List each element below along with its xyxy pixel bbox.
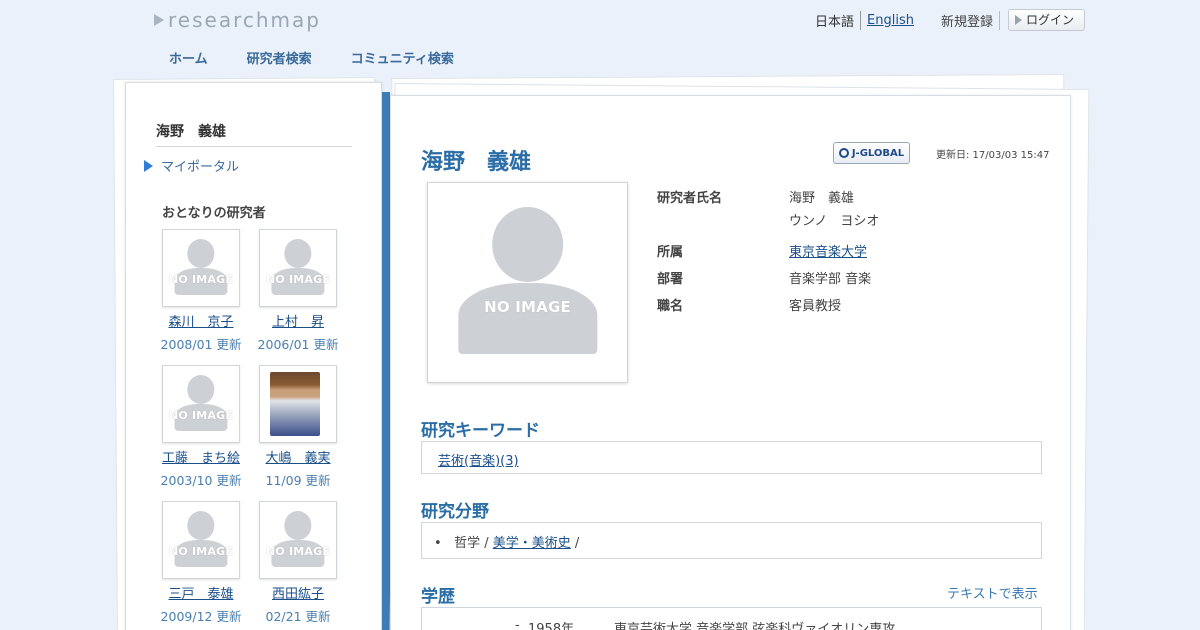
login-button[interactable]: ログイン: [1007, 9, 1085, 31]
arrow-right-icon: [144, 159, 153, 172]
field-aesthetics-link[interactable]: 美学・美術史: [493, 536, 571, 551]
researchmap-logo[interactable]: researchmap: [154, 8, 321, 32]
list-bullet: •: [434, 536, 442, 551]
logo-text: researchmap: [168, 8, 321, 32]
education-box: - 1958年 東京芸術大学 音楽学部 弦楽科ヴァイオリン専攻: [421, 607, 1042, 630]
researcher-portrait: [270, 372, 320, 436]
updated-date: 更新日: 17/03/03 15:47: [936, 150, 1050, 161]
neighbor-name-link[interactable]: 工藤 まち絵: [156, 447, 246, 466]
main-panel: 海野 義雄 J-GLOBAL 更新日: 17/03/03 15:47 NO IM…: [390, 95, 1071, 630]
value-researcher-name: 海野 義雄: [789, 191, 855, 206]
text-view-link[interactable]: テキストで表示: [947, 583, 1038, 602]
neighbor-photo[interactable]: NO IMAGE: [162, 501, 240, 579]
neighbor-name-link[interactable]: 上村 昇: [253, 311, 343, 330]
value-department: 音楽学部 音楽: [789, 272, 872, 287]
label-position: 職名: [657, 299, 684, 314]
no-image-placeholder-icon: NO IMAGE: [163, 230, 239, 306]
global-nav: ホーム 研究者検索 コミュニティ検索: [169, 48, 493, 67]
lang-japanese[interactable]: 日本語: [815, 10, 862, 30]
sidebar-researcher-name: 海野 義雄: [156, 121, 352, 147]
researcher-photo: NO IMAGE: [427, 182, 628, 383]
jglobal-logo-icon: [838, 148, 849, 158]
label-department: 部署: [657, 272, 684, 287]
neighbor-updated: 2003/10 更新: [160, 473, 242, 488]
neighbor-name-link[interactable]: 西田紘子: [253, 583, 343, 602]
nav-home[interactable]: ホーム: [169, 48, 208, 67]
education-dash: -: [515, 618, 520, 630]
researcher-name-title: 海野 義雄: [421, 150, 532, 175]
play-icon: [1014, 14, 1022, 25]
neighbor-photo[interactable]: NO IMAGE: [162, 365, 240, 443]
education-detail: 東京芸術大学 音楽学部 弦楽科ヴァイオリン専攻: [614, 622, 896, 630]
value-researcher-kana: ウンノ ヨシオ: [789, 214, 880, 229]
neighbor-updated: 2009/12 更新: [160, 609, 242, 624]
neighbor-card: NO IMAGE 西田紘子 02/21 更新: [253, 501, 343, 625]
field-separator: /: [570, 536, 580, 551]
my-portal-link[interactable]: マイポータル: [144, 156, 239, 175]
value-position: 客員教授: [789, 299, 842, 314]
no-image-placeholder-icon: NO IMAGE: [428, 183, 627, 382]
neighbor-photo[interactable]: [259, 365, 337, 443]
neighbor-updated: 2008/01 更新: [160, 337, 242, 352]
neighbor-photo[interactable]: NO IMAGE: [259, 501, 337, 579]
header-links: 日本語 English 新規登録 ログイン: [815, 9, 1085, 31]
lang-english-link[interactable]: English: [861, 13, 914, 28]
section-keywords-title: 研究キーワード: [421, 421, 540, 441]
neighbor-name-link[interactable]: 森川 京子: [156, 311, 246, 330]
sidebar: 海野 義雄 マイポータル おとなりの研究者 NO IMAGE 森川 京子 200…: [125, 82, 382, 630]
keyword-link[interactable]: 芸術(音楽)(3): [438, 454, 519, 469]
no-image-placeholder-icon: NO IMAGE: [163, 366, 239, 442]
neighbor-photo[interactable]: NO IMAGE: [259, 229, 337, 307]
affiliation-link[interactable]: 東京音楽大学: [789, 241, 867, 260]
section-education-title: 学歴: [421, 587, 455, 607]
neighbor-name-link[interactable]: 三戸 泰雄: [156, 583, 246, 602]
neighbor-card: NO IMAGE 森川 京子 2008/01 更新: [156, 229, 246, 353]
label-affiliation: 所属: [657, 245, 684, 260]
fields-box: • 哲学 / 美学・美術史 /: [421, 522, 1042, 559]
neighbor-updated: 11/09 更新: [265, 473, 331, 488]
neighbor-name-link[interactable]: 大嶋 義実: [253, 447, 343, 466]
no-image-placeholder-icon: NO IMAGE: [163, 502, 239, 578]
panel-divider: [382, 92, 390, 630]
jglobal-button[interactable]: J-GLOBAL: [833, 142, 910, 164]
neighbor-card: NO IMAGE 上村 昇 2006/01 更新: [253, 229, 343, 353]
signup-link[interactable]: 新規登録: [941, 10, 1000, 30]
label-researcher-name: 研究者氏名: [657, 191, 723, 206]
logo-triangle-icon: [154, 14, 164, 26]
no-image-placeholder-icon: NO IMAGE: [260, 230, 336, 306]
field-philosophy: 哲学 /: [454, 536, 493, 551]
neighbor-updated: 2006/01 更新: [257, 337, 339, 352]
login-label: ログイン: [1025, 13, 1074, 27]
my-portal-label: マイポータル: [161, 160, 240, 175]
nav-community-search[interactable]: コミュニティ検索: [351, 48, 454, 67]
neighbor-card: 大嶋 義実 11/09 更新: [253, 365, 343, 489]
keywords-box: 芸術(音楽)(3): [421, 441, 1042, 474]
section-fields-title: 研究分野: [421, 502, 489, 522]
no-image-placeholder-icon: NO IMAGE: [260, 502, 336, 578]
neighbor-updated: 02/21 更新: [265, 609, 331, 624]
jglobal-label: J-GLOBAL: [851, 147, 905, 159]
neighbor-card: NO IMAGE 三戸 泰雄 2009/12 更新: [156, 501, 246, 625]
education-year: 1958年: [528, 622, 575, 630]
neighbor-photo[interactable]: NO IMAGE: [162, 229, 240, 307]
nav-researcher-search[interactable]: 研究者検索: [247, 48, 312, 67]
neighbors-heading: おとなりの研究者: [162, 206, 266, 221]
neighbor-card: NO IMAGE 工藤 まち絵 2003/10 更新: [156, 365, 246, 489]
